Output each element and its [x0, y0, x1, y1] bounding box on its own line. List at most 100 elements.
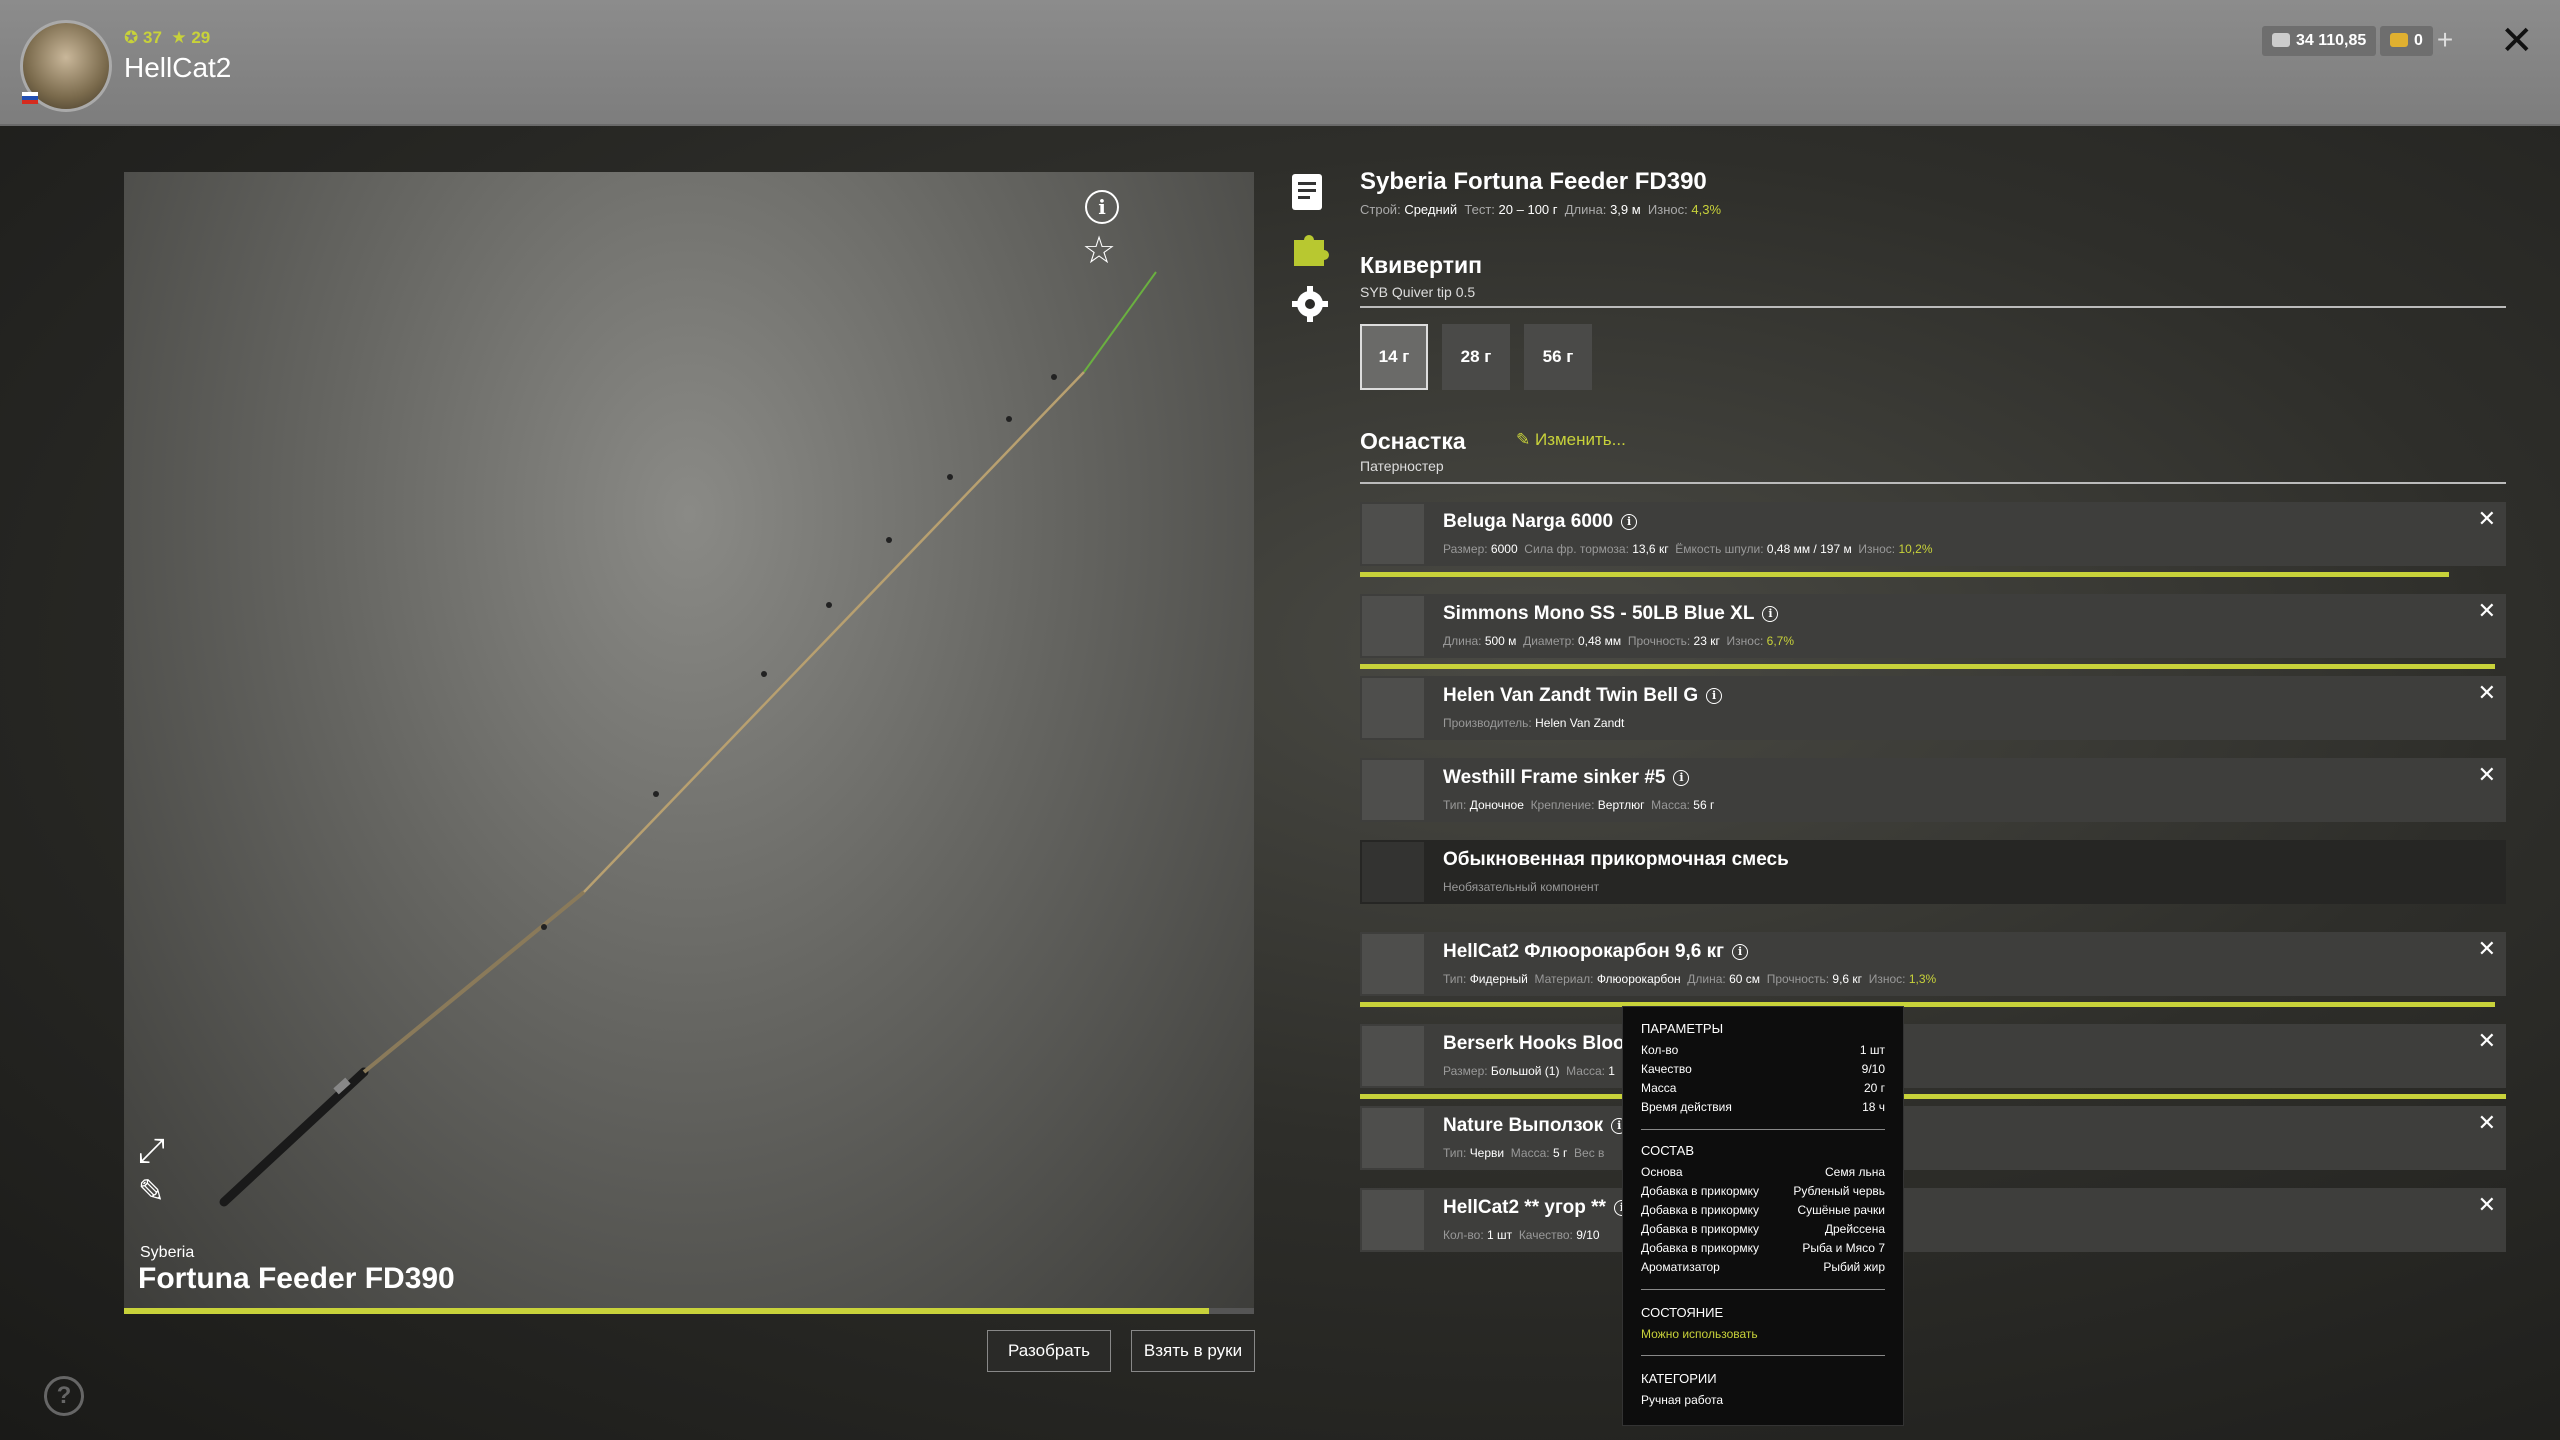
gold-value: 0 [2414, 32, 2423, 49]
hook-thumbnail [1362, 1026, 1424, 1086]
tooltip-value: Семя льна [1825, 1165, 1885, 1179]
pencil-icon[interactable]: ✎ [138, 1172, 165, 1210]
list-item-sinker[interactable]: Westhill Frame sinker #5 i Тип: Доночное … [1360, 758, 2506, 822]
tooltip-label: Добавка в прикормку [1641, 1241, 1760, 1255]
item-name: Simmons Mono SS - 50LB Blue XL i [1443, 603, 1779, 625]
star-icon[interactable]: ☆ [1082, 228, 1116, 273]
tooltip-category: Ручная работа [1641, 1393, 1724, 1407]
close-icon[interactable]: ✕ [2478, 598, 2496, 624]
close-icon[interactable]: ✕ [2478, 1192, 2496, 1218]
tooltip-value: Дрейссена [1824, 1222, 1885, 1236]
tooltip-label: Время действия [1641, 1100, 1732, 1114]
groundbait-thumbnail [1362, 842, 1424, 902]
item-details: Размер: 6000 Сила фр. тормоза: 13,6 кг Ё… [1443, 542, 1933, 556]
tooltip-value: Рыба и Мясо 7 [1802, 1241, 1885, 1255]
reel-thumbnail [1362, 504, 1424, 564]
feeder-ball-thumbnail [1362, 1190, 1424, 1250]
rod-image [219, 271, 1157, 1207]
list-item-groundbait[interactable]: Обыкновенная прикормочная смесь Необязат… [1360, 840, 2506, 904]
info-icon[interactable]: i [1085, 190, 1119, 224]
rod-name: Fortuna Feeder FD390 [138, 1262, 455, 1295]
close-icon[interactable]: ✕ [2478, 1028, 2496, 1054]
tooltip-label: Добавка в прикормку [1641, 1184, 1760, 1198]
tooltip-state: Можно использовать [1641, 1327, 1758, 1341]
tooltip-state-title: СОСТОЯНИЕ [1641, 1305, 1724, 1320]
take-in-hands-button[interactable]: Взять в руки [1131, 1330, 1255, 1372]
help-icon[interactable]: ? [44, 1376, 84, 1416]
player-name: HellCat2 [124, 52, 232, 83]
item-name: HellCat2 Флюорокарбон 9,6 кг i [1443, 941, 1749, 963]
list-item-bait[interactable]: Nature Выползок i Тип: Черви Масса: 5 г В… [1360, 1106, 2506, 1170]
wear-bar [1360, 572, 2449, 577]
rod-condition-fill [124, 1308, 1209, 1314]
item-name: Beluga Narga 6000 i [1443, 511, 1638, 533]
item-name: Helen Van Zandt Twin Bell Gi [1443, 685, 1723, 707]
list-item-line[interactable]: Simmons Mono SS - 50LB Blue XL i Длина: 5… [1360, 594, 2506, 658]
quiver-weight-56[interactable]: 56 г [1524, 324, 1592, 390]
tooltip-value: Рыбий жир [1823, 1260, 1885, 1274]
tooltip-divider [1641, 1129, 1885, 1130]
item-tooltip: ПАРАМЕТРЫ Кол-во 1 шт Качество 9/10 Масса 2… [1622, 1006, 1904, 1426]
list-item-leader[interactable]: HellCat2 Флюорокарбон 9,6 кг i Тип: Фидер… [1360, 932, 2506, 996]
wear-bar [1360, 1094, 2506, 1099]
edit-icon: ✎ [1516, 430, 1531, 449]
close-icon[interactable]: ✕ [2478, 680, 2496, 706]
tooltip-value: 20 г [1863, 1081, 1885, 1095]
silver-coin-icon [2272, 33, 2290, 47]
tooltip-label: Добавка в прикормку [1641, 1203, 1760, 1217]
gold-coin-icon [2390, 33, 2408, 47]
wear-bar [1360, 664, 2495, 669]
list-item-bell[interactable]: Helen Van Zandt Twin Bell Gi Производите… [1360, 676, 2506, 740]
puzzle-icon[interactable] [1290, 228, 1329, 266]
list-item-reel[interactable]: Beluga Narga 6000 i Размер: 6000 Сила фр.… [1360, 502, 2506, 566]
list-item-feeder-ball[interactable]: HellCat2 ** угор **i Кол-во: 1 шт Качест… [1360, 1188, 2506, 1252]
tooltip-label: Основа [1641, 1165, 1683, 1179]
info-icon[interactable]: i [1621, 514, 1638, 530]
silver-value: 34 110,85 [2296, 32, 2367, 49]
document-icon[interactable] [1290, 172, 1326, 210]
rod-preview-panel [124, 172, 1254, 1312]
item-details: Длина: 500 м Диаметр: 0,48 мм Прочность:… [1443, 634, 1794, 648]
info-icon[interactable]: i [1706, 688, 1723, 704]
tooltip-divider [1641, 1289, 1885, 1290]
rig-sub: Патерностер [1360, 458, 1444, 474]
close-icon[interactable]: ✕ [2478, 1110, 2496, 1136]
tooltip-label: Качество [1641, 1062, 1692, 1076]
tooltip-label: Добавка в прикормку [1641, 1222, 1760, 1236]
disassemble-button[interactable]: Разобрать [987, 1330, 1111, 1372]
level-icon: ✪ [124, 28, 139, 47]
close-icon[interactable]: ✕ [2478, 936, 2496, 962]
item-optional: Необязательный компонент [1443, 880, 1600, 894]
silver-balance: 34 110,85 [2262, 26, 2377, 56]
change-rig-link[interactable]: ✎ Изменить... [1516, 430, 1626, 450]
item-details: Тип: Фидерный Материал: Флюорокарбон Дли… [1443, 972, 1937, 986]
quiver-weight-14[interactable]: 14 г [1360, 324, 1428, 390]
quiver-title: Квивертип [1360, 252, 1482, 278]
quiver-weight-28[interactable]: 28 г [1442, 324, 1510, 390]
info-icon[interactable]: i [1732, 944, 1749, 960]
sinker-thumbnail [1362, 760, 1424, 820]
close-icon[interactable]: ✕ [2478, 762, 2496, 788]
tooltip-divider [1641, 1355, 1885, 1356]
item-details: Размер: Большой (1) Масса: 1 [1443, 1064, 1615, 1078]
divider [1360, 306, 2506, 308]
gear-icon[interactable] [1290, 284, 1328, 322]
info-icon[interactable]: i [1762, 606, 1779, 622]
close-icon[interactable]: ✕ [2478, 506, 2496, 532]
tooltip-value: 1 шт [1859, 1043, 1885, 1057]
add-gold-button[interactable]: + [2430, 26, 2460, 56]
tooltip-label: Ароматизатор [1641, 1260, 1720, 1274]
flag-icon [22, 92, 38, 104]
rod-condition-bar [124, 1308, 1254, 1314]
tooltip-label: Масса [1641, 1081, 1677, 1095]
divider [1360, 482, 2506, 484]
item-name: Westhill Frame sinker #5 i [1443, 767, 1690, 789]
info-icon[interactable]: i [1673, 770, 1690, 786]
tooltip-label: Кол-во [1641, 1043, 1679, 1057]
item-name: Nature Выползок i [1443, 1115, 1628, 1137]
expand-icon[interactable]: ⤢ [138, 1132, 165, 1171]
list-item-hook[interactable]: Berserk Hooks Bloody Размер: Большой (1)… [1360, 1024, 2506, 1088]
tooltip-value: Рубленый червь [1793, 1184, 1885, 1198]
close-icon[interactable]: ✕ [2500, 18, 2534, 64]
player-level: ✪ 37 ★ 29 [124, 28, 211, 47]
